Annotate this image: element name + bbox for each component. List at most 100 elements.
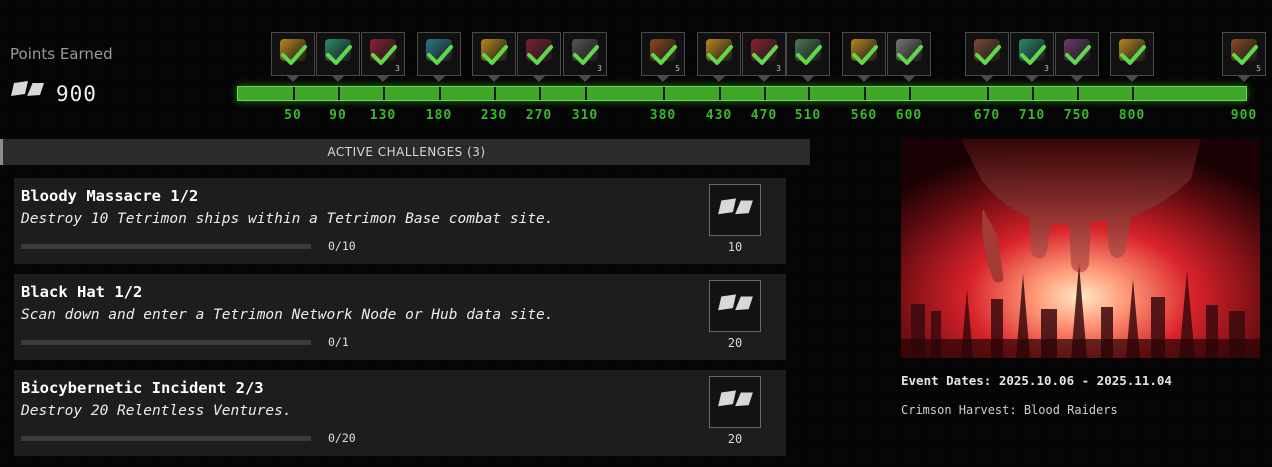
milestone-reward[interactable] [417,32,461,76]
event-name: Crimson Harvest: Blood Raiders [901,403,1118,417]
milestone-reward[interactable] [1110,32,1154,76]
challenge-progress-text: 0/20 [328,431,356,445]
milestone-reward[interactable] [1055,32,1099,76]
claimed-check-icon [975,45,1001,65]
flag-icon [8,77,46,111]
challenge-title: Bloody Massacre 1/2 [21,187,199,205]
claimed-check-icon [527,45,553,65]
challenge-card[interactable]: Biocybernetic Incident 2/3 Destroy 20 Re… [14,370,786,456]
milestone-label: 270 [525,108,553,123]
track-segment-divider [764,87,766,100]
track-segment-divider [719,87,721,100]
milestone-reward[interactable]: 3 [1010,32,1054,76]
milestone-reward[interactable] [697,32,741,76]
challenge-reward-icon[interactable] [709,376,761,428]
milestone-label: 600 [895,108,923,123]
milestone-reward[interactable] [316,32,360,76]
track-segment-divider [293,87,295,100]
track-segment-divider [439,87,441,100]
milestone-reward[interactable] [472,32,516,76]
challenge-card[interactable]: Black Hat 1/2 Scan down and enter a Tetr… [14,274,786,360]
claimed-check-icon [852,45,878,65]
claimed-check-icon [326,45,352,65]
challenge-progress-bar [21,340,311,345]
milestone-label: 510 [794,108,822,123]
event-dates: Event Dates: 2025.10.06 - 2025.11.04 [901,373,1172,388]
milestone-reward[interactable] [271,32,315,76]
challenge-title: Black Hat 1/2 [21,283,143,301]
reward-quantity: 5 [1256,64,1261,73]
challenge-reward-icon[interactable] [709,184,761,236]
challenge-progress-bar [21,436,311,441]
challenge-title: Biocybernetic Incident 2/3 [21,379,264,397]
milestone-reward[interactable] [887,32,931,76]
milestone-label: 470 [750,108,778,123]
challenge-reward-icon[interactable] [709,280,761,332]
track-segment-divider [494,87,496,100]
track-segment-divider [383,87,385,100]
milestone-reward[interactable]: 5 [1222,32,1266,76]
milestone-label: 130 [369,108,397,123]
claimed-check-icon [1065,45,1091,65]
milestone-label: 90 [329,108,347,123]
track-segment-divider [1032,87,1034,100]
challenge-description: Scan down and enter a Tetrimon Network N… [21,307,554,323]
reward-quantity: 3 [597,64,602,73]
challenge-progress-text: 0/10 [328,239,356,253]
track-segment-divider [909,87,911,100]
claimed-check-icon [752,45,778,65]
challenge-progress-text: 0/1 [328,335,349,349]
milestone-label: 180 [425,108,453,123]
track-segment-divider [987,87,989,100]
claimed-check-icon [707,45,733,65]
track-segment-divider [864,87,866,100]
points-progress-track [237,86,1247,101]
challenge-reward-points: 10 [727,240,743,254]
milestone-label: 380 [649,108,677,123]
milestone-reward[interactable]: 3 [361,32,405,76]
challenge-reward-points: 20 [727,432,743,446]
reward-quantity: 3 [1044,64,1049,73]
claimed-check-icon [796,45,822,65]
milestone-reward[interactable] [517,32,561,76]
track-segment-divider [1077,87,1079,100]
claimed-check-icon [281,45,307,65]
track-segment-divider [585,87,587,100]
milestone-label: 50 [284,108,302,123]
milestone-label: 710 [1018,108,1046,123]
milestone-label: 310 [571,108,599,123]
milestone-label: 750 [1063,108,1091,123]
event-banner-image [901,139,1260,358]
track-segment-divider [663,87,665,100]
track-segment-divider [808,87,810,100]
track-segment-divider [1132,87,1134,100]
claimed-check-icon [1232,45,1258,65]
reward-quantity: 5 [675,64,680,73]
milestone-reward[interactable] [842,32,886,76]
milestone-reward[interactable] [786,32,830,76]
milestone-reward[interactable]: 5 [641,32,685,76]
reward-quantity: 3 [776,64,781,73]
claimed-check-icon [573,45,599,65]
challenge-reward-points: 20 [727,336,743,350]
claimed-check-icon [1020,45,1046,65]
points-value: 900 [56,82,97,106]
challenge-card[interactable]: Bloody Massacre 1/2 Destroy 10 Tetrimon … [14,178,786,264]
milestone-label: 560 [850,108,878,123]
track-segment-divider [539,87,541,100]
claimed-check-icon [897,45,923,65]
challenge-description: Destroy 10 Tetrimon ships within a Tetri… [21,211,554,227]
reward-quantity: 3 [395,64,400,73]
challenge-description: Destroy 20 Relentless Ventures. [21,403,292,419]
milestone-label: 800 [1118,108,1146,123]
milestone-label: 230 [480,108,508,123]
active-challenges-header: ACTIVE CHALLENGES (3) [0,139,810,165]
claimed-check-icon [1120,45,1146,65]
milestone-reward[interactable]: 3 [563,32,607,76]
milestone-reward[interactable] [965,32,1009,76]
claimed-check-icon [371,45,397,65]
track-segment-divider [338,87,340,100]
claimed-check-icon [651,45,677,65]
points-earned-display: 900 [8,77,97,111]
milestone-reward[interactable]: 3 [742,32,786,76]
